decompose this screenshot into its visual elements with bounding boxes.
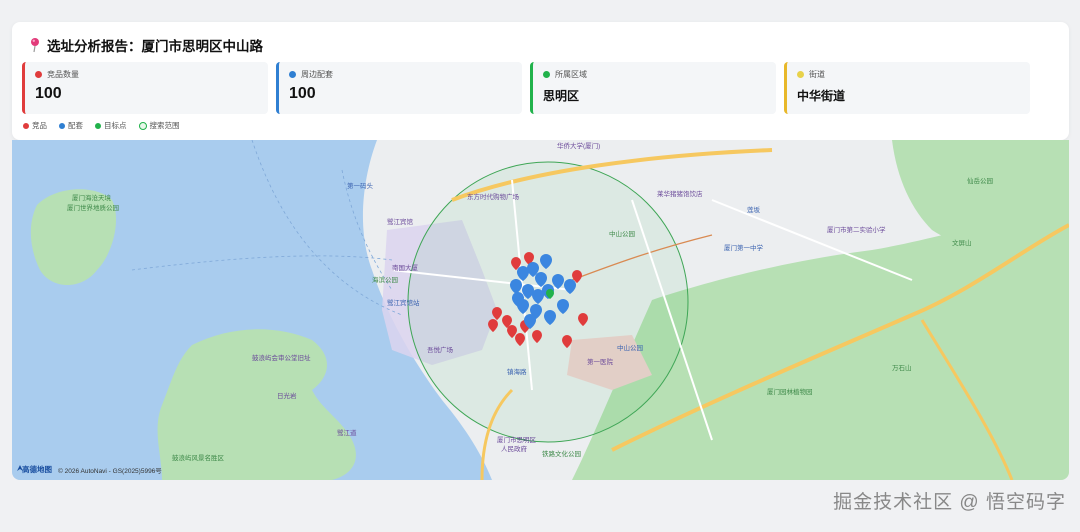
legend-item-target: 目标点 (95, 120, 127, 131)
svg-text:厦门市思明区: 厦门市思明区 (497, 435, 537, 444)
svg-text:日光岩: 日光岩 (277, 391, 297, 400)
stat-card-street: 街道 中华街道 (784, 62, 1030, 114)
svg-text:南国大厦: 南国大厦 (392, 263, 419, 272)
svg-text:铁路文化公园: 铁路文化公园 (542, 449, 581, 458)
stat-label: 所属区域 (555, 70, 587, 79)
watermark: 掘金技术社区 @ 悟空码字 (833, 492, 1066, 513)
stat-label: 周边配套 (301, 70, 333, 79)
svg-text:文屏山: 文屏山 (952, 238, 972, 247)
map-copyright: © 2026 AutoNavi - GS(2025)5996号 (58, 467, 162, 475)
green-dot-icon (95, 122, 101, 129)
svg-text:厦门第一中学: 厦门第一中学 (724, 243, 764, 252)
svg-text:厦门世界地质公园: 厦门世界地质公园 (67, 203, 119, 212)
svg-text:鹭江道: 鹭江道 (337, 428, 357, 437)
yellow-dot-icon (797, 71, 804, 78)
svg-text:吾悦广场: 吾悦广场 (427, 345, 454, 354)
stat-label: 竞品数量 (47, 70, 79, 79)
svg-text:鼓浪屿会审公堂旧址: 鼓浪屿会审公堂旧址 (252, 353, 311, 362)
svg-text:东方时代购物广场: 东方时代购物广场 (467, 192, 520, 201)
svg-text:鹭江宾馆站: 鹭江宾馆站 (387, 298, 420, 307)
svg-text:第一医院: 第一医院 (587, 357, 614, 366)
svg-text:厦门园林植物园: 厦门园林植物园 (767, 387, 813, 396)
blue-dot-icon (289, 71, 296, 78)
stat-value: 中华街道 (797, 89, 846, 103)
svg-text:莱华猪猪饱饮店: 莱华猪猪饱饮店 (657, 189, 703, 198)
report-header-card: 选址分析报告：厦门市思明区中山路 竞品数量 100 周边配套 100 所属区域 … (12, 22, 1069, 140)
stat-value: 100 (289, 85, 316, 102)
svg-text:鼓浪屿风景名胜区: 鼓浪屿风景名胜区 (172, 453, 225, 462)
stat-card-facilities: 周边配套 100 (276, 62, 522, 114)
title-row: 选址分析报告：厦门市思明区中山路 (29, 34, 263, 56)
legend-item-competitor: 竞品 (23, 120, 47, 131)
map-view[interactable]: 厦门海沧天境 厦门世界地质公园 第一码头 鹭江宾馆 南国大厦 鹭江宾馆站 海滨公… (12, 140, 1069, 480)
svg-text:仙岳公园: 仙岳公园 (967, 176, 993, 185)
page-title: 选址分析报告：厦门市思明区中山路 (47, 39, 263, 54)
map-canvas[interactable]: 厦门海沧天境 厦门世界地质公园 第一码头 鹭江宾馆 南国大厦 鹭江宾馆站 海滨公… (12, 140, 1069, 480)
svg-text:人民政府: 人民政府 (501, 444, 528, 453)
stat-value: 思明区 (543, 89, 580, 103)
red-dot-icon (23, 122, 29, 129)
svg-text:华侨大学(厦门): 华侨大学(厦门) (557, 141, 600, 150)
stats-row: 竞品数量 100 周边配套 100 所属区域 思明区 街道 中华街道 (22, 62, 1030, 114)
svg-text:第一码头: 第一码头 (347, 181, 374, 190)
stat-card-competitors: 竞品数量 100 (22, 62, 268, 114)
stat-label: 街道 (809, 70, 825, 79)
svg-text:万石山: 万石山 (892, 363, 912, 372)
red-dot-icon (35, 71, 42, 78)
svg-text:中山公园: 中山公园 (609, 229, 635, 238)
circle-ring-icon (138, 121, 147, 130)
svg-text:海滨公园: 海滨公园 (372, 275, 398, 284)
legend-item-search-range: 搜索范围 (138, 120, 180, 131)
svg-text:莲坂: 莲坂 (747, 205, 761, 214)
stat-card-district: 所属区域 思明区 (530, 62, 776, 114)
svg-text:镇海路: 镇海路 (507, 367, 527, 376)
svg-text:鹭江宾馆: 鹭江宾馆 (387, 217, 414, 226)
map-attribution: 高德地图 © 2026 AutoNavi - GS(2025)5996号 (16, 464, 162, 475)
svg-text:中山公园: 中山公园 (617, 343, 643, 352)
map-brand: 高德地图 (22, 465, 52, 474)
svg-text:厦门海沧天境: 厦门海沧天境 (72, 193, 112, 202)
blue-dot-icon (59, 122, 65, 129)
stat-value: 100 (35, 85, 62, 102)
green-dot-icon (543, 71, 550, 78)
legend-item-facility: 配套 (59, 120, 83, 131)
map-legend: 竞品 配套 目标点 搜索范围 (23, 120, 180, 131)
location-pin-icon (29, 37, 41, 53)
svg-text:厦门市第二实验小学: 厦门市第二实验小学 (827, 225, 886, 234)
